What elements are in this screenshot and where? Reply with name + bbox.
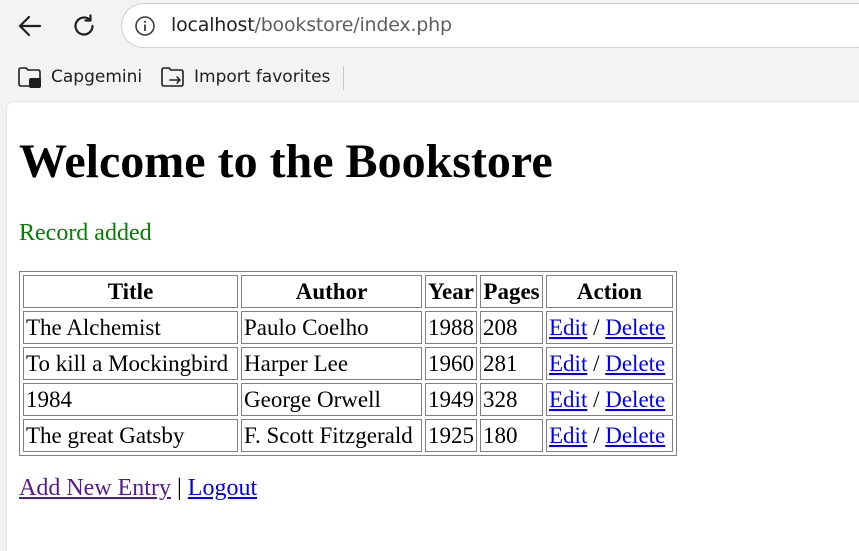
cell-author: Harper Lee — [241, 347, 422, 380]
cell-pages: 281 — [480, 347, 543, 380]
cell-year: 1960 — [425, 347, 477, 380]
edit-link[interactable]: Edit — [549, 315, 587, 340]
favorite-label: Capgemini — [51, 67, 143, 87]
cell-year: 1988 — [425, 311, 477, 344]
table-header-row: Title Author Year Pages Action — [23, 275, 673, 308]
cell-action: Edit / Delete — [546, 383, 673, 416]
footer-separator: | — [176, 475, 182, 501]
books-table: Title Author Year Pages Action The Alche… — [19, 271, 677, 456]
folder-import-icon — [161, 67, 184, 87]
delete-link[interactable]: Delete — [605, 315, 665, 340]
delete-link[interactable]: Delete — [605, 351, 665, 376]
favorite-import[interactable]: Import favorites — [160, 64, 330, 90]
add-new-entry-link[interactable]: Add New Entry — [19, 475, 171, 501]
cell-author: Paulo Coelho — [241, 311, 422, 344]
arrow-left-icon — [18, 15, 42, 37]
page-viewport: Welcome to the Bookstore Record added Ti… — [6, 101, 859, 551]
page-title: Welcome to the Bookstore — [19, 135, 553, 188]
header-author: Author — [241, 275, 422, 308]
site-info-icon[interactable] — [134, 15, 156, 37]
cell-pages: 180 — [480, 419, 543, 452]
favorite-capgemini[interactable]: Capgemini — [17, 64, 142, 90]
cell-year: 1925 — [425, 419, 477, 452]
action-separator: / — [593, 422, 600, 448]
edit-link[interactable]: Edit — [549, 351, 587, 376]
action-separator: / — [593, 386, 600, 412]
table-row: The great Gatsby F. Scott Fitzgerald 192… — [23, 419, 673, 452]
header-action: Action — [546, 275, 673, 308]
browser-toolbar: localhost/bookstore/index.php — [0, 0, 859, 52]
reload-button[interactable] — [66, 8, 102, 44]
address-bar[interactable]: localhost/bookstore/index.php — [121, 3, 859, 48]
status-message: Record added — [19, 220, 152, 246]
action-separator: / — [593, 314, 600, 340]
delete-link[interactable]: Delete — [605, 423, 665, 448]
reload-icon — [74, 14, 94, 36]
header-year: Year — [425, 275, 477, 308]
cell-pages: 208 — [480, 311, 543, 344]
cell-author: F. Scott Fitzgerald — [241, 419, 422, 452]
header-title: Title — [23, 275, 238, 308]
cell-title: To kill a Mockingbird — [23, 347, 238, 380]
table-row: 1984 George Orwell 1949 328 Edit / Delet… — [23, 383, 673, 416]
cell-action: Edit / Delete — [546, 419, 673, 452]
cell-title: The Alchemist — [23, 311, 238, 344]
favorites-divider — [343, 66, 344, 90]
favorite-label: Import favorites — [194, 67, 331, 87]
favorites-bar: Capgemini Import favorites — [0, 52, 859, 100]
cell-pages: 328 — [480, 383, 543, 416]
cell-action: Edit / Delete — [546, 347, 673, 380]
edit-link[interactable]: Edit — [549, 387, 587, 412]
delete-link[interactable]: Delete — [605, 387, 665, 412]
url-path: /bookstore/index.php — [254, 14, 453, 36]
footer-links: Add New Entry | Logout — [19, 474, 257, 502]
table-row: The Alchemist Paulo Coelho 1988 208 Edit… — [23, 311, 673, 344]
cell-author: George Orwell — [241, 383, 422, 416]
url-host: localhost — [171, 14, 255, 36]
cell-title: The great Gatsby — [23, 419, 238, 452]
action-separator: / — [593, 350, 600, 376]
cell-year: 1949 — [425, 383, 477, 416]
cell-action: Edit / Delete — [546, 311, 673, 344]
url-text[interactable]: localhost/bookstore/index.php — [171, 14, 452, 36]
header-pages: Pages — [480, 275, 543, 308]
back-button[interactable] — [12, 8, 48, 44]
table-row: To kill a Mockingbird Harper Lee 1960 28… — [23, 347, 673, 380]
cell-title: 1984 — [23, 383, 238, 416]
logout-link[interactable]: Logout — [188, 475, 257, 501]
folder-icon — [18, 67, 41, 88]
edit-link[interactable]: Edit — [549, 423, 587, 448]
